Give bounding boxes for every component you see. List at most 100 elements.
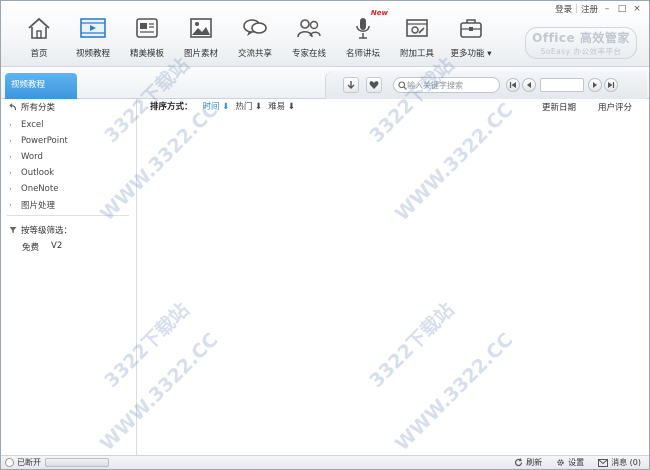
search-input[interactable]: [407, 80, 493, 90]
settings-label: 设置: [568, 458, 585, 467]
nav-video-tutorials[interactable]: 视频教程: [67, 15, 119, 59]
page-number-input[interactable]: [540, 78, 584, 92]
main-toolbar: 登录 | 注册 – □ × 首页 视频教程 精美模板 图片素材 交流共享 专家在…: [1, 1, 649, 67]
level-filter-options: 免费 V2: [22, 241, 62, 253]
category-item-image-processing[interactable]: › 图片处理: [9, 197, 68, 213]
close-button[interactable]: ×: [631, 4, 643, 15]
microphone-icon: New: [348, 9, 388, 41]
login-link[interactable]: 登录: [555, 3, 572, 15]
category-item-onenote[interactable]: › OneNote: [9, 181, 68, 197]
sort-by-difficulty[interactable]: 难易 ⬇: [268, 100, 295, 112]
chevron-right-icon: ›: [9, 153, 12, 161]
template-icon: [132, 15, 162, 41]
film-icon: [78, 15, 108, 41]
prev-page-icon: [527, 82, 531, 88]
nav-experts[interactable]: 专家在线: [283, 15, 335, 59]
category-label: OneNote: [21, 184, 59, 194]
sort-by-time[interactable]: 时间 ⬇: [203, 100, 230, 112]
chevron-right-icon: ›: [9, 185, 12, 193]
connection-label: 已断开: [17, 458, 41, 467]
content-area: 排序方式： 时间 ⬇ 热门 ⬇ 难易 ⬇ 更新日期 用户评分: [138, 99, 649, 455]
category-label: PowerPoint: [21, 136, 68, 146]
chevron-right-icon: ›: [9, 121, 12, 129]
sort-label: 排序方式：: [150, 102, 193, 112]
chevron-right-icon: ›: [9, 137, 12, 145]
category-list: › Excel › PowerPoint › Word › Outlook › OneNo…: [9, 117, 68, 213]
filter-option-v2[interactable]: V2: [51, 241, 62, 253]
nav-pictures[interactable]: 图片素材: [175, 15, 227, 59]
refresh-button[interactable]: 刷新: [514, 457, 542, 468]
nav-label: 专家在线: [291, 49, 326, 59]
messages-label: 消息 (0): [611, 458, 641, 467]
nav-label: 附加工具: [399, 49, 434, 59]
status-bar: 已断开 刷新 设置 消息 (0): [1, 455, 649, 469]
first-page-icon: [509, 82, 516, 88]
nav-label: 更多功能 ▾: [450, 49, 492, 59]
chevron-right-icon: ›: [9, 201, 12, 209]
brand-title: Office 高效管家: [532, 31, 630, 45]
all-categories-label: 所有分类: [21, 103, 56, 113]
favorite-button[interactable]: [366, 77, 382, 93]
download-button[interactable]: [343, 77, 359, 93]
search-box: [393, 77, 500, 93]
category-label: Excel: [21, 120, 44, 130]
all-categories[interactable]: 所有分类: [9, 101, 55, 113]
nav-tools[interactable]: 附加工具: [391, 15, 443, 59]
minimize-button[interactable]: –: [601, 4, 613, 15]
connection-indicator-icon: [5, 458, 14, 467]
separator: |: [575, 4, 578, 14]
filter-icon: [9, 227, 17, 234]
search-icon: [398, 80, 407, 90]
experts-icon: [294, 15, 324, 41]
download-icon: [347, 81, 355, 89]
filter-option-free[interactable]: 免费: [22, 241, 39, 253]
tools-icon: [402, 15, 432, 41]
category-sidebar: 所有分类 › Excel › PowerPoint › Word › Outlook ›…: [1, 99, 137, 455]
progress-bar: [45, 458, 109, 467]
next-page-button[interactable]: [588, 78, 602, 92]
column-update-date[interactable]: 更新日期: [542, 101, 576, 113]
sort-bar: 排序方式： 时间 ⬇ 热门 ⬇ 难易 ⬇: [150, 100, 295, 112]
first-page-button[interactable]: [506, 78, 520, 92]
app-window: 登录 | 注册 – □ × 首页 视频教程 精美模板 图片素材 交流共享 专家在…: [0, 0, 650, 470]
briefcase-icon: [456, 15, 486, 41]
last-page-button[interactable]: [604, 78, 618, 92]
back-arrow-icon: [9, 103, 17, 111]
category-item-excel[interactable]: › Excel: [9, 117, 68, 133]
category-item-word[interactable]: › Word: [9, 149, 68, 165]
nav-home[interactable]: 首页: [13, 15, 65, 59]
level-filter-label: 按等级筛选：: [21, 226, 73, 236]
nav-templates[interactable]: 精美模板: [121, 15, 173, 59]
nav-share[interactable]: 交流共享: [229, 15, 281, 59]
category-label: Word: [21, 152, 43, 162]
category-label: Outlook: [21, 168, 55, 178]
category-item-powerpoint[interactable]: › PowerPoint: [9, 133, 68, 149]
nav-lectures[interactable]: New 名师讲坛: [337, 9, 389, 59]
register-link[interactable]: 注册: [581, 3, 598, 15]
maximize-button[interactable]: □: [616, 4, 628, 15]
picture-icon: [186, 15, 216, 41]
refresh-label: 刷新: [526, 458, 543, 467]
next-page-icon: [593, 82, 597, 88]
chevron-right-icon: ›: [9, 169, 12, 177]
envelope-icon: [598, 458, 609, 467]
new-badge: New: [370, 9, 388, 17]
brand-subtitle: SoEasy 办公效率平台: [540, 47, 622, 56]
connection-status: 已断开: [5, 457, 41, 468]
column-user-rating[interactable]: 用户评分: [598, 101, 632, 113]
nav-label: 名师讲坛: [345, 49, 380, 59]
last-page-icon: [608, 82, 615, 88]
settings-button[interactable]: 设置: [556, 457, 584, 468]
tab-video-tutorials[interactable]: 视频教程: [5, 73, 77, 99]
nav-more[interactable]: 更多功能 ▾: [445, 15, 497, 59]
sort-by-popularity[interactable]: 热门 ⬇: [235, 100, 262, 112]
messages-button[interactable]: 消息 (0): [598, 457, 641, 468]
gear-icon: [557, 459, 564, 466]
refresh-icon: [515, 458, 523, 467]
category-item-outlook[interactable]: › Outlook: [9, 165, 68, 181]
brand-logo: Office 高效管家 SoEasy 办公效率平台: [525, 27, 637, 59]
home-icon: [24, 15, 54, 41]
prev-page-button[interactable]: [522, 78, 536, 92]
sidebar-divider: [7, 215, 129, 216]
main-nav: 首页 视频教程 精美模板 图片素材 交流共享 专家在线 New 名师讲坛 附加工…: [13, 9, 499, 59]
